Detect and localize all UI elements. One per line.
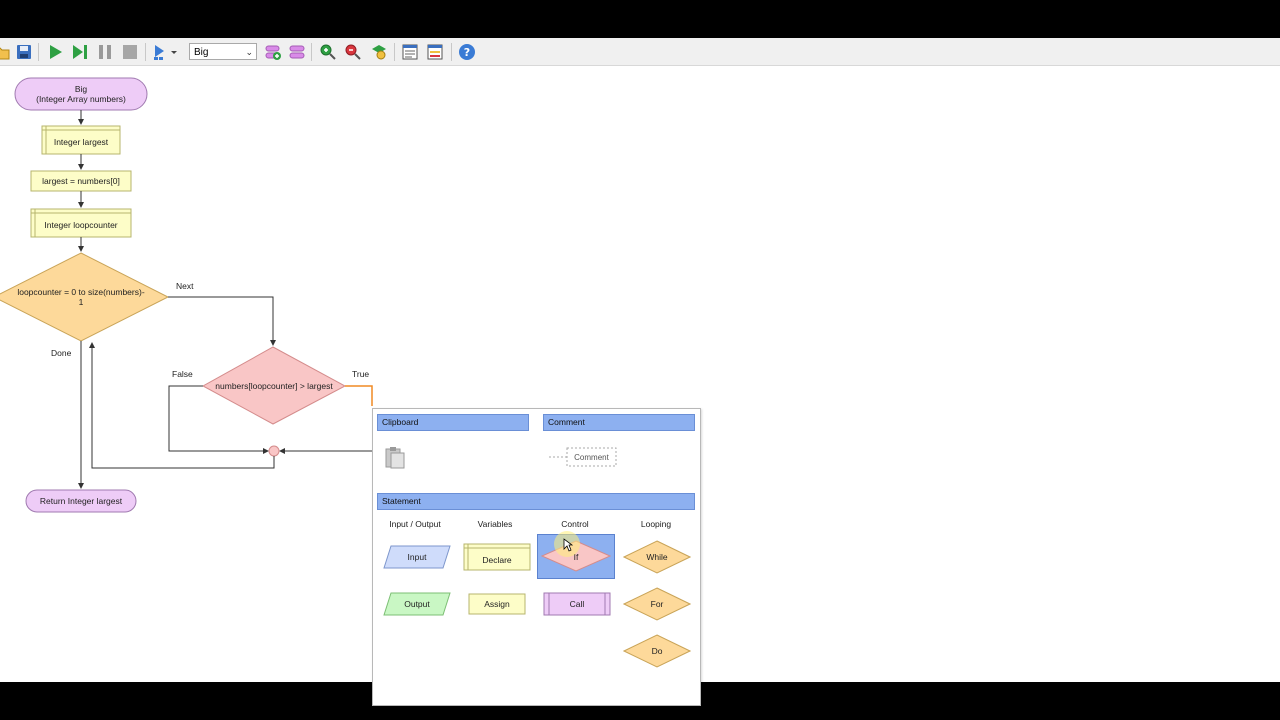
call-button[interactable]: Call <box>543 592 611 616</box>
clipboard-header: Clipboard <box>377 414 529 431</box>
end-terminal[interactable]: Return Integer largest <box>26 490 136 512</box>
output-label: Output <box>404 599 430 609</box>
comment-button[interactable]: Comment <box>547 447 619 467</box>
call-label: Call <box>569 599 585 609</box>
column-variables: Variables <box>477 519 513 529</box>
declare-button[interactable]: Declare <box>463 543 531 571</box>
function-select[interactable]: Big ⌄ <box>189 43 257 60</box>
start-params: (Integer Array numbers) <box>36 94 126 104</box>
while-button[interactable]: While <box>622 540 692 574</box>
stop-icon[interactable] <box>120 42 140 62</box>
for-loop-text-1: loopcounter = 0 to size(numbers)- <box>17 287 145 297</box>
code-view-icon[interactable] <box>400 42 420 62</box>
speed-icon[interactable] <box>152 42 178 62</box>
do-label: Do <box>651 646 663 656</box>
column-looping: Looping <box>640 519 672 529</box>
assign-largest-node[interactable]: largest = numbers[0] <box>31 171 131 191</box>
column-input-output: Input / Output <box>389 519 441 529</box>
flowgorithm-window: Big ⌄ ? Big (Integer Array numbers) Inte… <box>0 38 1280 706</box>
while-label: While <box>646 552 668 562</box>
toolbar: Big ⌄ ? <box>0 38 1280 66</box>
true-label: True <box>352 369 370 379</box>
input-label: Input <box>407 552 427 562</box>
zoom-out-icon[interactable] <box>343 42 363 62</box>
function-select-value: Big <box>194 47 209 58</box>
comment-label: Comment <box>574 452 609 462</box>
variables-view-icon[interactable] <box>425 42 445 62</box>
for-loop-text-2: 1 <box>78 297 84 307</box>
declare-label: Declare <box>482 555 512 565</box>
add-function-icon[interactable] <box>263 42 283 62</box>
zoom-in-icon[interactable] <box>318 42 338 62</box>
pause-icon[interactable] <box>95 42 115 62</box>
open-icon[interactable] <box>0 42 12 62</box>
next-label: Next <box>176 281 194 291</box>
if-button[interactable]: If <box>537 531 615 579</box>
statement-header: Statement <box>377 493 695 510</box>
if-node[interactable]: numbers[loopcounter] > largest <box>203 378 345 394</box>
declare-counter-node[interactable]: Integer loopcounter <box>31 213 131 237</box>
assign-button[interactable]: Assign <box>468 593 526 615</box>
mouse-cursor-icon <box>563 538 573 552</box>
save-icon[interactable] <box>14 42 34 62</box>
for-label: For <box>650 599 664 609</box>
start-terminal[interactable]: Big (Integer Array numbers) <box>15 78 147 110</box>
output-button[interactable]: Output <box>383 592 451 616</box>
for-button[interactable]: For <box>622 587 692 621</box>
do-button[interactable]: Do <box>622 634 692 668</box>
done-label: Done <box>51 348 72 358</box>
start-title: Big <box>74 84 88 94</box>
join-connector <box>268 445 280 457</box>
help-icon[interactable]: ? <box>457 42 477 62</box>
for-loop-node[interactable]: loopcounter = 0 to size(numbers)- 1 <box>0 285 162 309</box>
declare-largest-node[interactable]: Integer largest <box>42 130 120 154</box>
delete-function-icon[interactable] <box>287 42 307 62</box>
svg-text:?: ? <box>464 46 470 59</box>
assign-label: Assign <box>484 599 510 609</box>
layout-icon[interactable] <box>369 42 389 62</box>
comment-header: Comment <box>543 414 695 431</box>
false-label: False <box>172 369 193 379</box>
column-control: Control <box>561 519 589 529</box>
chevron-down-icon: ⌄ <box>245 47 253 57</box>
run-icon[interactable] <box>45 42 65 62</box>
input-button[interactable]: Input <box>383 545 451 569</box>
flowchart-canvas[interactable]: Big (Integer Array numbers) Integer larg… <box>0 66 1280 706</box>
paste-icon[interactable] <box>383 446 407 470</box>
step-icon[interactable] <box>70 42 90 62</box>
insert-shape-menu: Clipboard Comment Comment Statement Inpu… <box>372 408 701 706</box>
